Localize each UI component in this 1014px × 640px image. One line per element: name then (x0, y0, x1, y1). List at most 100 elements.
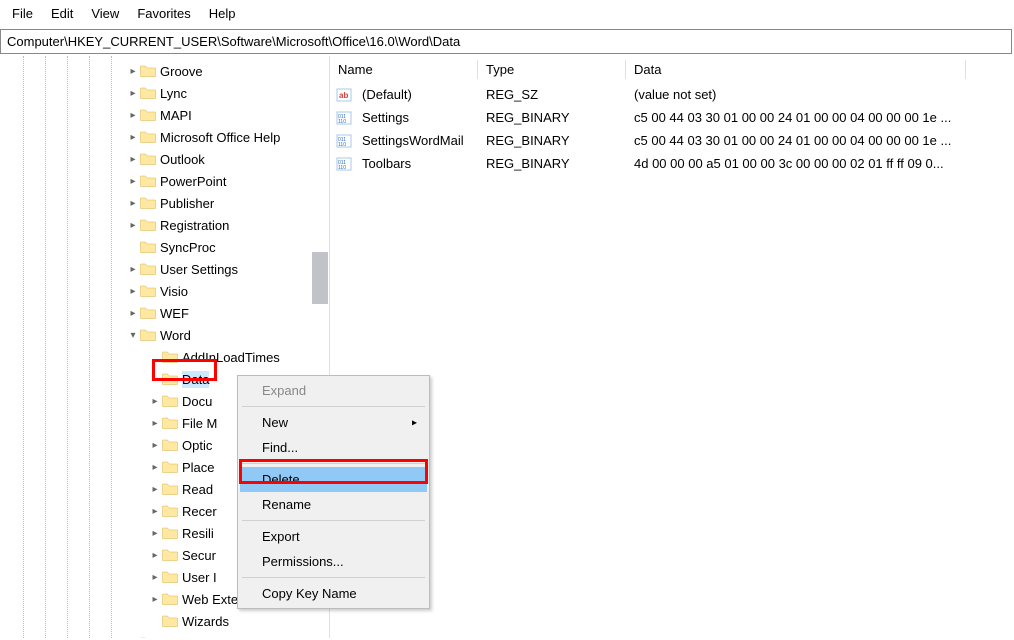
chevron-right-icon[interactable]: ▸ (148, 462, 162, 473)
col-type[interactable]: Type (478, 56, 626, 83)
tree-node-8-0[interactable]: · 8.0 (0, 632, 329, 638)
col-data[interactable]: Data (626, 56, 966, 83)
tree-label: Optic (182, 437, 212, 454)
tree-node-visio[interactable]: ▸Visio (0, 280, 329, 302)
chevron-right-icon[interactable]: ▸ (148, 572, 162, 583)
tree-node-outlook[interactable]: ▸Outlook (0, 148, 329, 170)
scrollbar-thumb[interactable] (312, 252, 328, 304)
folder-icon (162, 416, 178, 430)
context-menu-export[interactable]: Export (240, 524, 427, 549)
menu-edit[interactable]: Edit (43, 4, 81, 23)
tree-node-registration[interactable]: ▸ Registration (0, 214, 329, 236)
chevron-right-icon[interactable]: ▸ (126, 154, 140, 165)
tree-node-powerpoint[interactable]: ▸ PowerPoint (0, 170, 329, 192)
menu-favorites[interactable]: Favorites (129, 4, 198, 23)
chevron-right-icon[interactable]: ▸ (126, 110, 140, 121)
value-data: c5 00 44 03 30 01 00 00 24 01 00 00 04 0… (626, 133, 966, 148)
value-type: REG_BINARY (478, 133, 626, 148)
value-name: SettingsWordMail (354, 133, 478, 148)
folder-icon (140, 284, 156, 298)
folder-icon (140, 196, 156, 210)
chevron-right-icon[interactable]: ▸ (148, 440, 162, 451)
chevron-right-icon[interactable]: ▸ (126, 176, 140, 187)
tree-node-lync[interactable]: ▸ Lync (0, 82, 329, 104)
list-pane: Name Type Data ab(Default)REG_SZ(value n… (330, 56, 1014, 638)
tree-label: Publisher (160, 195, 214, 212)
context-menu-separator (242, 577, 425, 578)
chevron-right-icon[interactable]: ▸ (148, 396, 162, 407)
context-menu-new[interactable]: New▸ (240, 410, 427, 435)
folder-icon (140, 152, 156, 166)
chevron-right-icon[interactable]: ▸ (126, 88, 140, 99)
tree-label: Wizards (182, 613, 229, 630)
context-menu-delete[interactable]: Delete (240, 467, 427, 492)
col-name[interactable]: Name (330, 56, 478, 83)
tree-label: Registration (160, 217, 229, 234)
chevron-right-icon: · (126, 638, 140, 639)
context-menu-separator (242, 406, 425, 407)
tree-node-wef[interactable]: ▸WEF (0, 302, 329, 324)
chevron-right-icon[interactable]: ▸ (148, 528, 162, 539)
chevron-right-icon[interactable]: ▸ (126, 220, 140, 231)
menubar: File Edit View Favorites Help (0, 0, 1014, 27)
address-bar[interactable]: Computer\HKEY_CURRENT_USER\Software\Micr… (0, 29, 1012, 54)
value-row[interactable]: 011110ToolbarsREG_BINARY4d 00 00 00 a5 0… (330, 152, 1014, 175)
tree-label: Data (182, 371, 209, 388)
tree-node-syncproc[interactable]: ·SyncProc (0, 236, 329, 258)
chevron-right-icon[interactable]: ▸ (148, 484, 162, 495)
context-menu-copy-key-name[interactable]: Copy Key Name (240, 581, 427, 606)
chevron-right-icon[interactable]: ▸ (148, 506, 162, 517)
folder-icon (162, 394, 178, 408)
tree-label: 8.0 (160, 635, 178, 639)
tree-node-groove[interactable]: ▸Groove (0, 60, 329, 82)
context-menu-rename[interactable]: Rename (240, 492, 427, 517)
chevron-right-icon[interactable]: ▸ (126, 66, 140, 77)
tree-label: Read (182, 481, 213, 498)
tree-label: Word (160, 327, 191, 344)
tree-label: Docu (182, 393, 212, 410)
folder-icon (140, 86, 156, 100)
value-row[interactable]: ab(Default)REG_SZ(value not set) (330, 83, 1014, 106)
binary-value-icon: 011110 (336, 156, 352, 172)
tree-node-microsoft-office-help[interactable]: ▸Microsoft Office Help (0, 126, 329, 148)
tree-node-mapi[interactable]: ▸ MAPI (0, 104, 329, 126)
chevron-right-icon[interactable]: ▸ (148, 550, 162, 561)
chevron-right-icon[interactable]: ▸ (148, 594, 162, 605)
tree-node-wizards[interactable]: · Wizards (0, 610, 329, 632)
menu-file[interactable]: File (4, 4, 41, 23)
context-menu-permissions-[interactable]: Permissions... (240, 549, 427, 574)
chevron-right-icon[interactable]: ▸ (148, 418, 162, 429)
tree-node-addinloadtimes[interactable]: ·AddInLoadTimes (0, 346, 329, 368)
value-row[interactable]: 011110SettingsREG_BINARYc5 00 44 03 30 0… (330, 106, 1014, 129)
tree-label: AddInLoadTimes (182, 349, 280, 366)
value-data: c5 00 44 03 30 01 00 00 24 01 00 00 04 0… (626, 110, 966, 125)
tree-label: MAPI (160, 107, 192, 124)
chevron-right-icon[interactable]: ▸ (126, 286, 140, 297)
menu-help[interactable]: Help (201, 4, 244, 23)
tree-node-publisher[interactable]: ▸ Publisher (0, 192, 329, 214)
folder-icon (140, 262, 156, 276)
chevron-down-icon[interactable]: ▾ (126, 330, 140, 341)
svg-text:ab: ab (339, 91, 348, 100)
chevron-right-icon[interactable]: ▸ (126, 264, 140, 275)
value-row[interactable]: 011110SettingsWordMailREG_BINARYc5 00 44… (330, 129, 1014, 152)
context-menu-separator (242, 520, 425, 521)
tree-label: Lync (160, 85, 187, 102)
tree-node-user-settings[interactable]: ▸ User Settings (0, 258, 329, 280)
context-menu-find-[interactable]: Find... (240, 435, 427, 460)
folder-icon (140, 328, 156, 342)
tree-label: PowerPoint (160, 173, 226, 190)
menu-view[interactable]: View (83, 4, 127, 23)
chevron-right-icon[interactable]: ▸ (126, 198, 140, 209)
list-header: Name Type Data (330, 56, 1014, 83)
svg-text:110: 110 (338, 142, 346, 148)
tree-node-word[interactable]: ▾ Word (0, 324, 329, 346)
folder-icon (162, 548, 178, 562)
tree-label: User Settings (160, 261, 238, 278)
chevron-right-icon[interactable]: ▸ (126, 308, 140, 319)
folder-icon (140, 130, 156, 144)
tree-label: Secur (182, 547, 216, 564)
value-name: (Default) (354, 87, 478, 102)
chevron-right-icon[interactable]: ▸ (126, 132, 140, 143)
chevron-right-icon: · (148, 616, 162, 627)
